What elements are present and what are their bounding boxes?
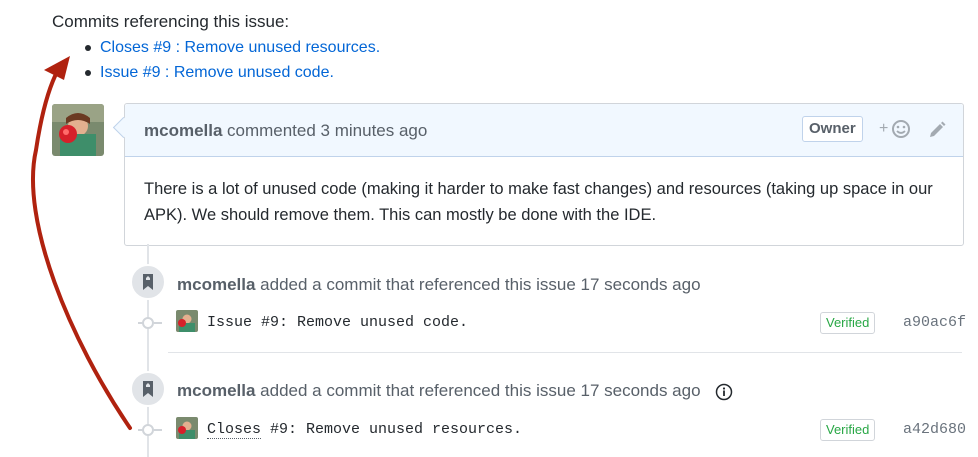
bullet [85, 45, 91, 51]
avatar[interactable] [176, 310, 198, 332]
verified-badge[interactable]: Verified [820, 312, 876, 334]
comment-timestamp[interactable]: commented 3 minutes ago [227, 121, 427, 141]
plus-label: + [879, 120, 889, 137]
comment-author[interactable]: mcomella [144, 121, 222, 141]
commit-message-link[interactable]: Closes #9: Remove unused resources. [207, 421, 523, 439]
commit-message-rest: #9: Remove unused resources. [261, 421, 523, 438]
reference-link-closes[interactable]: Closes #9 : Remove unused resources. [100, 37, 380, 59]
comment-body: There is a lot of unused code (making it… [144, 180, 933, 224]
pencil-icon [930, 121, 946, 137]
closes-keyword[interactable]: Closes [207, 421, 262, 439]
bookmark-badge [130, 371, 166, 407]
event-author[interactable]: mcomella [177, 381, 255, 400]
git-commit-icon [142, 424, 154, 436]
event-description: added a commit that referenced this issu… [260, 275, 701, 294]
commit-dash [154, 322, 162, 324]
edit-comment-button[interactable] [927, 120, 947, 140]
bookmark-badge [130, 264, 166, 300]
comment-caret [112, 116, 135, 139]
commit-sha-link[interactable]: a42d680 [903, 421, 966, 438]
avatar[interactable] [176, 417, 198, 439]
avatar[interactable] [52, 104, 104, 156]
commit-dash [154, 429, 162, 431]
info-icon[interactable] [715, 383, 733, 401]
git-commit-icon [142, 317, 154, 329]
timeline-event-text: mcomella added a commit that referenced … [177, 275, 701, 295]
bookmark-icon [143, 274, 153, 290]
bookmark-icon [143, 381, 153, 397]
commit-sha-link[interactable]: a90ac6f [903, 314, 966, 331]
issue-page: Commits referencing this issue: Closes #… [0, 0, 978, 457]
issue-comment: mcomella commented 3 minutes ago Owner + [112, 103, 964, 246]
bullet [85, 70, 91, 76]
timeline-event-text: mcomella added a commit that referenced … [177, 381, 701, 401]
verified-badge[interactable]: Verified [820, 419, 876, 441]
owner-badge: Owner [802, 116, 863, 142]
references-title: Commits referencing this issue: [52, 12, 290, 31]
add-reaction-button[interactable]: + [879, 120, 913, 140]
reference-link-issue[interactable]: Issue #9 : Remove unused code. [100, 62, 334, 84]
timeline-divider [168, 352, 962, 353]
event-author[interactable]: mcomella [177, 275, 255, 294]
event-description: added a commit that referenced this issu… [260, 381, 701, 400]
commit-message-link[interactable]: Issue #9: Remove unused code. [207, 314, 468, 331]
smiley-icon [892, 120, 910, 138]
comment-header: mcomella commented 3 minutes ago Owner + [112, 104, 963, 157]
